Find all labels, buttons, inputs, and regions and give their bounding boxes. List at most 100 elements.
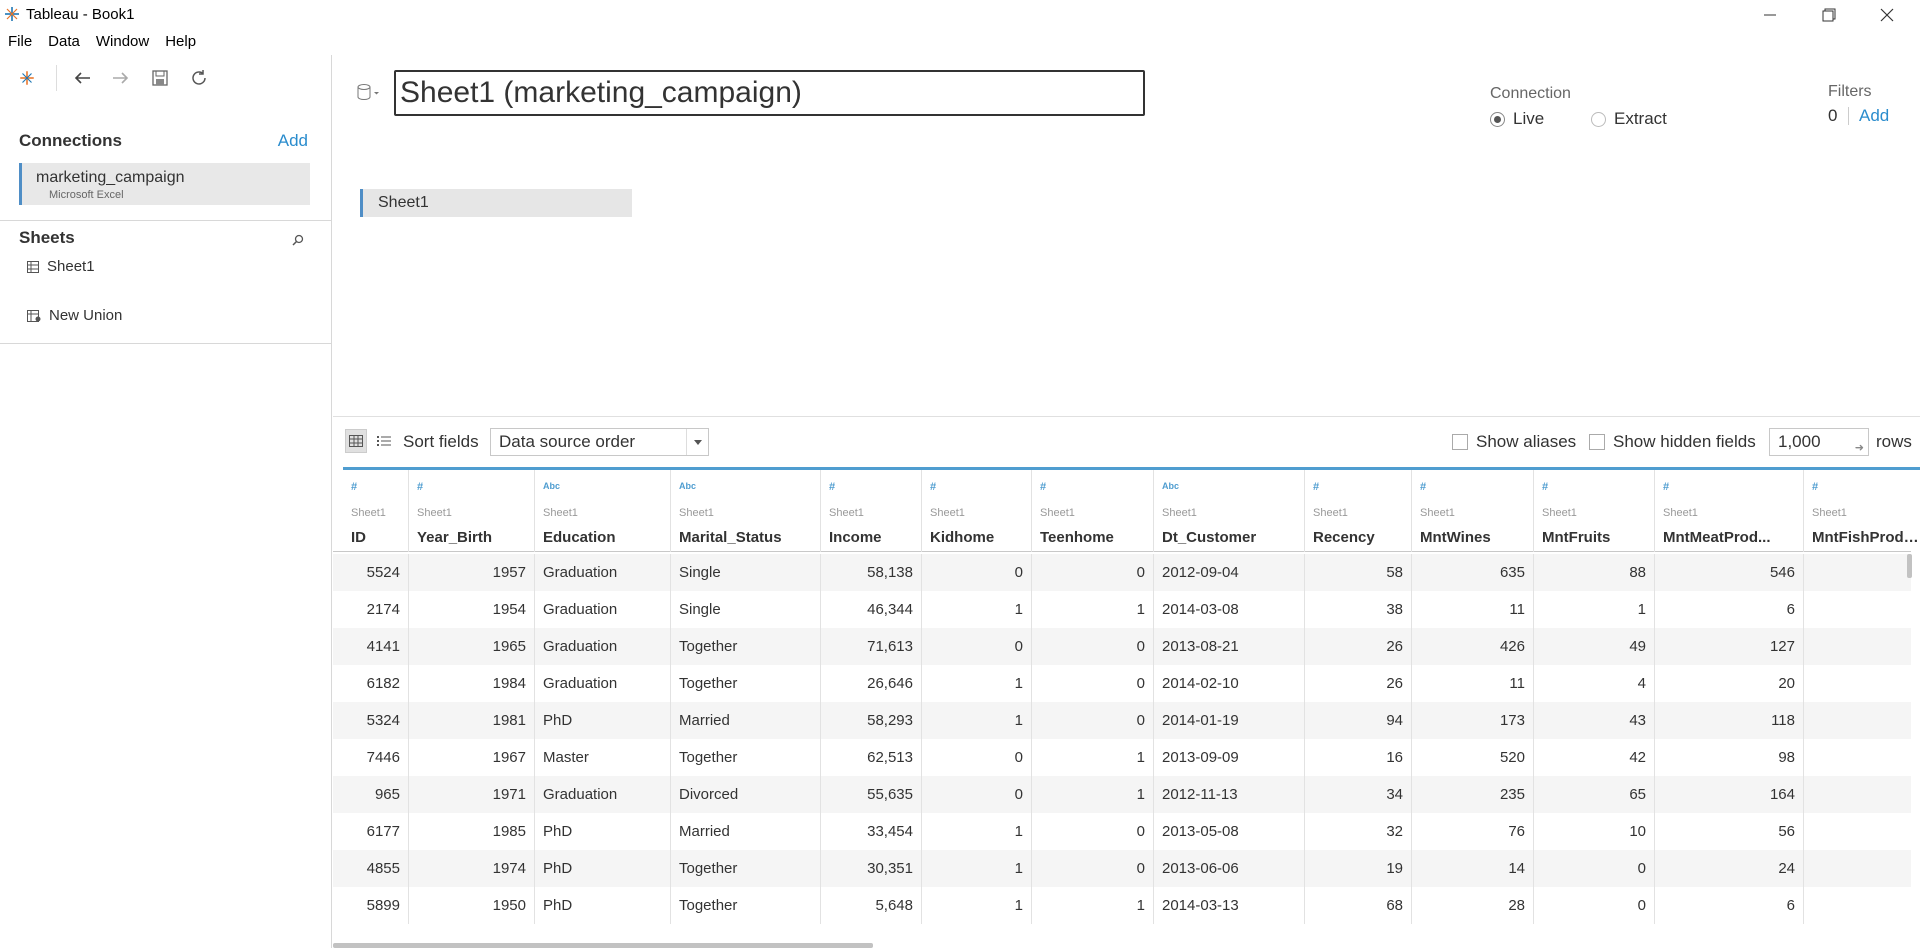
table-cell: 0	[1534, 887, 1655, 924]
column-source: Sheet1	[351, 507, 386, 519]
restore-button[interactable]	[1806, 0, 1852, 30]
column-header[interactable]: # Sheet1 MntWines	[1412, 470, 1534, 552]
column-header[interactable]: # Sheet1 MntFruits	[1534, 470, 1655, 552]
column-name: MntMeatProd...	[1663, 529, 1771, 546]
vertical-scrollbar[interactable]	[1907, 554, 1912, 578]
string-type-icon[interactable]: Abc	[543, 481, 560, 491]
sheet-item-sheet1[interactable]: Sheet1	[27, 258, 95, 275]
table-cell: 46,344	[821, 591, 922, 628]
table-cell: 34	[1305, 776, 1412, 813]
column-header[interactable]: # Sheet1 Recency	[1305, 470, 1412, 552]
menu-help[interactable]: Help	[157, 31, 204, 53]
search-sheets-button[interactable]	[292, 233, 304, 251]
column-header[interactable]: # Sheet1 ID	[343, 470, 409, 552]
table-cell: Graduation	[535, 665, 671, 702]
column-header[interactable]: # Sheet1 MntFishProdu...	[1804, 470, 1920, 552]
table-cell: 2013-05-08	[1154, 813, 1305, 850]
refresh-button[interactable]	[188, 67, 210, 89]
list-view-button[interactable]	[373, 429, 395, 453]
table-cell: Married	[671, 813, 821, 850]
menu-window[interactable]: Window	[88, 31, 157, 53]
table-cell: 1	[922, 850, 1032, 887]
number-type-icon[interactable]: #	[930, 481, 936, 493]
canvas-table-sheet1[interactable]: Sheet1	[360, 189, 632, 217]
refresh-icon	[192, 70, 206, 85]
table-cell: 1	[1032, 776, 1154, 813]
tableau-logo-icon	[5, 7, 19, 21]
column-name: Teenhome	[1040, 529, 1114, 546]
filters-label: Filters	[1828, 83, 1872, 100]
number-type-icon[interactable]: #	[1542, 481, 1548, 493]
redo-button[interactable]	[110, 67, 132, 89]
table-cell: 173	[1412, 702, 1534, 739]
table-cell	[1804, 887, 1920, 924]
pane-splitter[interactable]	[333, 416, 1920, 417]
table-cell: 0	[1032, 554, 1154, 591]
save-button[interactable]	[149, 67, 171, 89]
table-cell: 1	[922, 702, 1032, 739]
sort-fields-select[interactable]: Data source order	[490, 428, 709, 456]
string-type-icon[interactable]: Abc	[1162, 481, 1179, 491]
minimize-icon	[1764, 14, 1776, 16]
number-type-icon[interactable]: #	[1040, 481, 1046, 493]
datasource-title-input[interactable]: Sheet1 (marketing_campaign)	[394, 70, 1145, 116]
close-button[interactable]	[1864, 0, 1910, 30]
rows-input[interactable]: 1,000 ➜	[1769, 428, 1869, 456]
datasource-menu-button[interactable]	[356, 83, 382, 103]
table-cell: 1971	[409, 776, 535, 813]
table-cell	[1804, 628, 1920, 665]
menu-data[interactable]: Data	[40, 31, 88, 53]
menu-file[interactable]: File	[0, 31, 40, 53]
add-connection-link[interactable]: Add	[278, 131, 308, 151]
minimize-button[interactable]	[1747, 0, 1793, 30]
table-cell: 4141	[343, 628, 409, 665]
table-cell: 0	[922, 628, 1032, 665]
show-hidden-fields-checkbox[interactable]: Show hidden fields	[1589, 432, 1756, 452]
arrow-right-icon[interactable]: ➜	[1855, 435, 1864, 461]
left-pane: Connections Add marketing_campaign Micro…	[0, 55, 332, 948]
column-source: Sheet1	[829, 507, 864, 519]
number-type-icon[interactable]: #	[1663, 481, 1669, 493]
number-type-icon[interactable]: #	[829, 481, 835, 493]
string-type-icon[interactable]: Abc	[679, 481, 696, 491]
table-cell: 62,513	[821, 739, 922, 776]
rows-value: 1,000	[1778, 432, 1821, 451]
undo-button[interactable]	[71, 67, 93, 89]
number-type-icon[interactable]: #	[417, 481, 423, 493]
table-row: 6182 1984 Graduation Together 26,646 1 0 2014-0…	[333, 665, 1911, 702]
table-cell: 4855	[343, 850, 409, 887]
window-title: Tableau - Book1	[26, 6, 135, 23]
column-header[interactable]: # Sheet1 MntMeatProd...	[1655, 470, 1804, 552]
table-cell: 0	[1534, 850, 1655, 887]
table-cell: 2012-09-04	[1154, 554, 1305, 591]
number-type-icon[interactable]: #	[1812, 481, 1818, 493]
connections-heading: Connections	[19, 131, 122, 150]
table-cell: 20	[1655, 665, 1804, 702]
connection-type: Microsoft Excel	[49, 189, 124, 201]
column-header[interactable]: Abc Sheet1 Dt_Customer	[1154, 470, 1305, 552]
connection-item[interactable]: marketing_campaign Microsoft Excel	[19, 163, 310, 205]
column-header[interactable]: # Sheet1 Year_Birth	[409, 470, 535, 552]
live-radio[interactable]: Live	[1490, 109, 1544, 129]
show-aliases-checkbox[interactable]: Show aliases	[1452, 432, 1576, 452]
add-filter-link[interactable]: Add	[1859, 106, 1889, 126]
table-cell	[1804, 702, 1920, 739]
table-cell: PhD	[535, 850, 671, 887]
grid-view-button[interactable]	[345, 429, 367, 453]
number-type-icon[interactable]: #	[351, 481, 357, 493]
column-header[interactable]: Abc Sheet1 Marital_Status	[671, 470, 821, 552]
column-header[interactable]: # Sheet1 Teenhome	[1032, 470, 1154, 552]
horizontal-scrollbar[interactable]	[333, 943, 873, 948]
table-cell: 33,454	[821, 813, 922, 850]
column-name: Dt_Customer	[1162, 529, 1257, 546]
table-cell: 2014-01-19	[1154, 702, 1305, 739]
column-header[interactable]: # Sheet1 Kidhome	[922, 470, 1032, 552]
extract-radio[interactable]: Extract	[1591, 109, 1667, 129]
new-union-item[interactable]: New Union	[27, 307, 122, 324]
tableau-home-button[interactable]	[16, 67, 38, 89]
number-type-icon[interactable]: #	[1420, 481, 1426, 493]
number-type-icon[interactable]: #	[1313, 481, 1319, 493]
column-header[interactable]: Abc Sheet1 Education	[535, 470, 671, 552]
column-source: Sheet1	[930, 507, 965, 519]
column-header[interactable]: # Sheet1 Income	[821, 470, 922, 552]
